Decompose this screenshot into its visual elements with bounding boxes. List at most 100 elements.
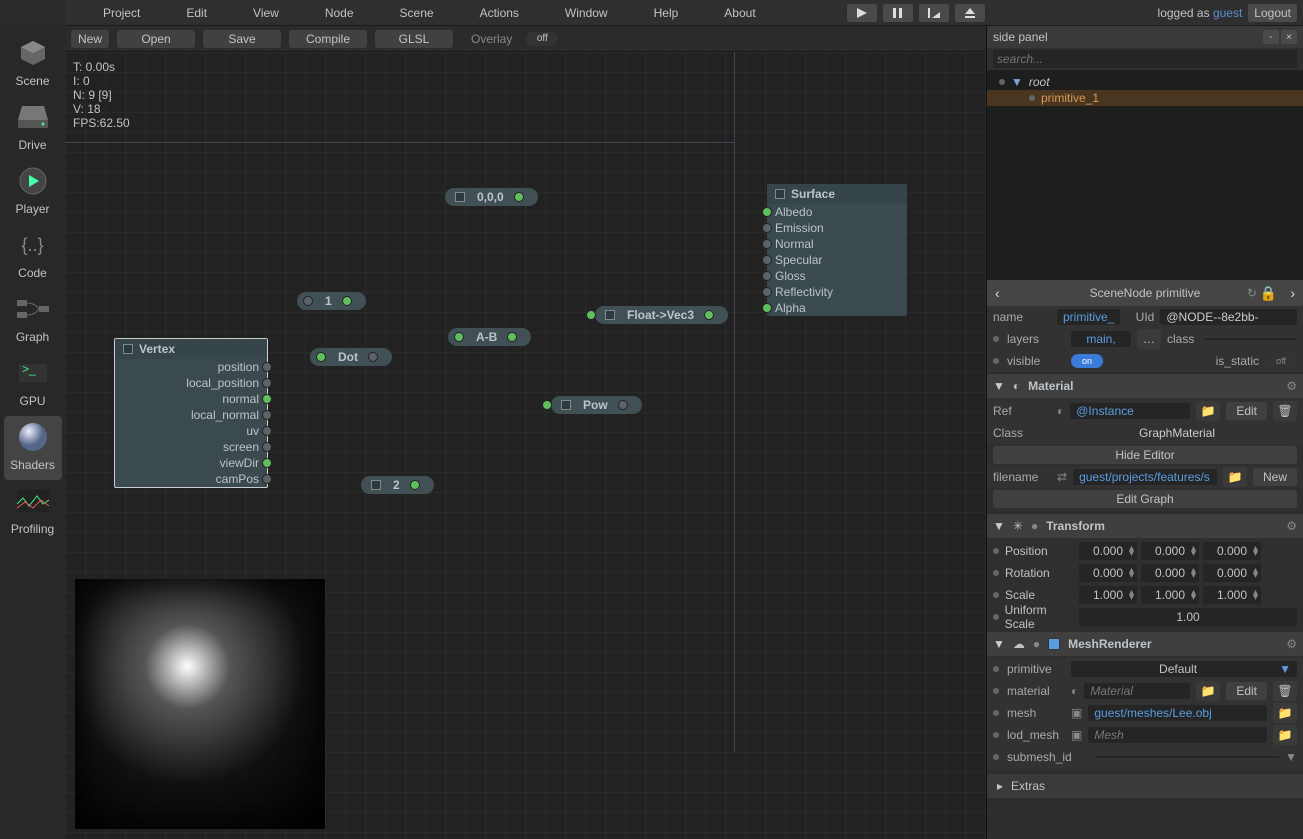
delete-button[interactable]: 🗑 (1273, 681, 1297, 701)
node-surface[interactable]: Surface Albedo Emission Normal Specular … (767, 184, 907, 316)
glsl-button[interactable]: GLSL (375, 30, 453, 48)
lock-icon[interactable]: 🔒 (1260, 285, 1277, 302)
filename-value[interactable]: guest/projects/features/s (1073, 469, 1217, 485)
scale-x[interactable]: 1.000▴▾ (1079, 586, 1137, 604)
gear-icon[interactable]: ⚙ (1286, 637, 1297, 651)
material-field[interactable]: Material (1084, 683, 1190, 699)
material-icon: ◐ (1013, 379, 1020, 393)
ref-value[interactable]: @Instance (1070, 403, 1190, 419)
logout-button[interactable]: Logout (1248, 4, 1297, 22)
rail-drive[interactable]: Drive (4, 96, 62, 160)
search-input[interactable] (993, 50, 1297, 68)
node-pow[interactable]: Pow (551, 396, 642, 414)
save-button[interactable]: Save (203, 30, 281, 48)
overlay-toggle[interactable]: off (526, 32, 558, 46)
pos-x[interactable]: 0.000▴▾ (1079, 542, 1137, 560)
rail-profiling[interactable]: Profiling (4, 480, 62, 544)
menu-help[interactable]: Help (654, 6, 679, 20)
section-extras[interactable]: ▸Extras (987, 774, 1303, 798)
node-dot[interactable]: Dot (310, 348, 392, 366)
menu-project[interactable]: Project (103, 6, 140, 20)
eject-button[interactable] (955, 4, 985, 22)
tree-root[interactable]: ▼root (987, 74, 1303, 90)
prop-class-value[interactable] (1205, 338, 1297, 340)
edit-mesh-material-button[interactable]: Edit (1226, 682, 1267, 700)
gear-icon[interactable]: ⚙ (1286, 519, 1297, 533)
prop-name-value[interactable]: primitive_ (1057, 309, 1120, 325)
gear-icon[interactable]: ⚙ (1286, 379, 1297, 393)
uscale-value[interactable]: 1.00 (1079, 608, 1297, 626)
primitive-select[interactable]: Default ▼ (1071, 661, 1297, 677)
meshrenderer-checkbox[interactable] (1048, 638, 1060, 650)
play-button[interactable] (847, 4, 877, 22)
rail-gpu[interactable]: >_GPU (4, 352, 62, 416)
submesh-label: submesh_id (1007, 750, 1089, 764)
minimize-button[interactable]: - (1263, 30, 1279, 44)
lod-field[interactable]: Mesh (1088, 727, 1267, 743)
node-float-to-vec3[interactable]: Float->Vec3 (595, 306, 728, 324)
menu-edit[interactable]: Edit (186, 6, 207, 20)
canvas-stats: T: 0.00sI: 0N: 9 [9]V: 18FPS:62.50 (73, 60, 130, 130)
next-node-button[interactable]: › (1290, 285, 1295, 301)
rail-code[interactable]: {..}Code (4, 224, 62, 288)
folder-button[interactable]: 📁 (1223, 467, 1247, 487)
refresh-icon[interactable]: ↻ (1247, 286, 1257, 300)
rail-player[interactable]: Player (4, 160, 62, 224)
new-file-button[interactable]: New (1253, 468, 1297, 486)
pause-button[interactable] (883, 4, 913, 22)
folder-button[interactable]: 📁 (1196, 401, 1220, 421)
close-button[interactable]: × (1281, 30, 1297, 44)
edit-material-button[interactable]: Edit (1226, 402, 1267, 420)
compile-button[interactable]: Compile (289, 30, 367, 48)
section-transform[interactable]: ▼✳● Transform⚙ (987, 514, 1303, 538)
delete-button[interactable]: 🗑 (1273, 401, 1297, 421)
menu-window[interactable]: Window (565, 6, 608, 20)
edit-graph-button[interactable]: Edit Graph (993, 490, 1297, 508)
scale-label: Scale (1005, 588, 1035, 602)
layers-more-button[interactable]: … (1137, 329, 1161, 349)
prop-layers-value[interactable]: main, (1071, 331, 1131, 347)
visible-toggle[interactable]: on (1071, 354, 1103, 368)
scale-y[interactable]: 1.000▴▾ (1141, 586, 1199, 604)
folder-button[interactable]: 📁 (1196, 681, 1220, 701)
menu-view[interactable]: View (253, 6, 279, 20)
mesh-path[interactable]: guest/meshes/Lee.obj (1088, 705, 1267, 721)
submesh-value[interactable] (1095, 756, 1279, 758)
scale-z[interactable]: 1.000▴▾ (1203, 586, 1261, 604)
prop-visible-label: visible (1007, 354, 1065, 368)
rail-shaders[interactable]: Shaders (4, 416, 62, 480)
section-meshrenderer[interactable]: ▼☁● MeshRenderer⚙ (987, 632, 1303, 656)
node-const-2[interactable]: 2 (361, 476, 434, 494)
node-vec-literal[interactable]: 0,0,0 (445, 188, 538, 206)
folder-button[interactable]: 📁 (1273, 725, 1297, 745)
node-const-1[interactable]: 1 (297, 292, 366, 310)
static-toggle[interactable]: off (1265, 354, 1297, 368)
menu-actions[interactable]: Actions (480, 6, 519, 20)
rail-scene[interactable]: Scene (4, 32, 62, 96)
side-panel: side panel -× ▼root primitive_1 ‹ SceneN… (986, 26, 1303, 839)
new-button[interactable]: New (71, 30, 109, 48)
rot-x[interactable]: 0.000▴▾ (1079, 564, 1137, 582)
node-a-minus-b[interactable]: A-B (448, 328, 531, 346)
node-checkbox-icon (371, 480, 381, 490)
rot-y[interactable]: 0.000▴▾ (1141, 564, 1199, 582)
prev-node-button[interactable]: ‹ (995, 285, 1000, 301)
tree-item-primitive[interactable]: primitive_1 (987, 90, 1303, 106)
folder-button[interactable]: 📁 (1273, 703, 1297, 723)
rot-z[interactable]: 0.000▴▾ (1203, 564, 1261, 582)
pos-z[interactable]: 0.000▴▾ (1203, 542, 1261, 560)
prop-uid-value: @NODE--8e2bb- (1160, 309, 1297, 325)
rail-graph[interactable]: Graph (4, 288, 62, 352)
open-button[interactable]: Open (117, 30, 195, 48)
node-vertex[interactable]: Vertex position local_position normal lo… (114, 338, 268, 488)
menu-about[interactable]: About (724, 6, 755, 20)
preview-viewport (75, 579, 325, 829)
menu-scene[interactable]: Scene (400, 6, 434, 20)
hide-editor-button[interactable]: Hide Editor (993, 446, 1297, 464)
step-button[interactable] (919, 4, 949, 22)
filename-label: filename (993, 470, 1051, 484)
section-material[interactable]: ▼◐ Material⚙ (987, 374, 1303, 398)
pos-y[interactable]: 0.000▴▾ (1141, 542, 1199, 560)
graph-canvas[interactable]: T: 0.00sI: 0N: 9 [9]V: 18FPS:62.50 0,0,0… (65, 52, 986, 839)
menu-node[interactable]: Node (325, 6, 354, 20)
